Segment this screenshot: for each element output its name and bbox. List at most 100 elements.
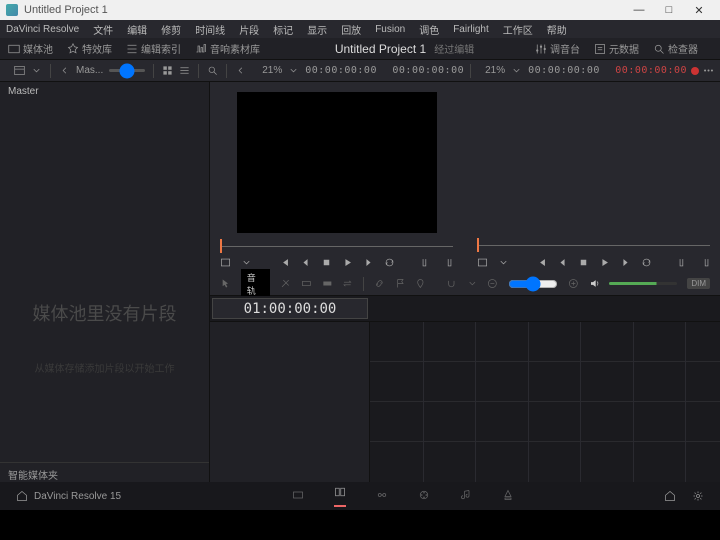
snap-icon[interactable] [446,278,457,289]
overwrite-icon[interactable] [322,278,333,289]
play-icon[interactable] [599,257,610,268]
menu-item[interactable]: Fairlight [453,24,489,35]
project-manager-icon[interactable] [664,490,676,502]
loop-icon[interactable] [641,257,652,268]
track-area[interactable] [370,322,720,482]
list-view-icon[interactable] [179,65,190,76]
menu-item[interactable]: 工作区 [503,22,533,37]
first-frame-icon[interactable] [536,257,547,268]
menu-item[interactable]: 调色 [419,22,439,37]
zoom-level[interactable]: 21% [485,65,505,76]
source-scrubber[interactable] [220,239,453,253]
thumb-size-slider[interactable] [109,69,145,72]
mixer-button[interactable]: 调音台 [535,41,580,56]
inspector-button[interactable]: 检查器 [653,41,698,56]
color-page-icon[interactable] [418,489,430,504]
mark-out-icon[interactable] [699,257,710,268]
menu-item[interactable]: 帮助 [547,22,567,37]
mark-in-icon[interactable] [678,257,689,268]
chevron-down-icon[interactable] [498,257,509,268]
minimize-button[interactable]: — [624,4,654,16]
timeline-body [210,322,720,482]
menu-item[interactable]: 回放 [341,22,361,37]
smart-bins[interactable]: 智能媒体夹 [0,462,209,482]
bin-name[interactable]: Mas... [76,65,103,76]
settings-icon[interactable] [692,490,704,502]
metadata-button[interactable]: 元数据 [594,41,639,56]
timecode: 00:00:00:00 [305,65,377,76]
next-frame-icon[interactable] [363,257,374,268]
fairlight-page-icon[interactable] [460,489,472,504]
deliver-page-icon[interactable] [502,489,514,504]
edit-index-button[interactable]: 编辑索引 [126,41,181,56]
blade-tool-icon[interactable] [280,278,291,289]
empty-subhint: 从媒体存储添加片段以开始工作 [0,360,209,375]
fusion-page-icon[interactable] [376,489,388,504]
window-titlebar: Untitled Project 1 — □ ✕ [0,0,720,20]
menu-item[interactable]: 文件 [93,22,113,37]
track-headers[interactable] [210,322,370,482]
volume-icon[interactable] [589,278,600,289]
prev-frame-icon[interactable] [300,257,311,268]
home-icon[interactable] [16,490,28,502]
menu-item[interactable]: 片段 [239,22,259,37]
panel-icon[interactable] [14,65,25,76]
menu-item[interactable]: Fusion [375,24,405,35]
menu-item[interactable]: 时间线 [195,22,225,37]
chevron-down-icon[interactable] [241,257,252,268]
flag-icon[interactable] [395,278,406,289]
menu-item[interactable]: 标记 [273,22,293,37]
chevron-down-icon[interactable] [31,65,42,76]
stop-icon[interactable] [578,257,589,268]
menu-item[interactable]: 编辑 [127,22,147,37]
zoom-out-icon[interactable] [487,278,498,289]
dim-button[interactable]: DIM [687,278,710,289]
zoom-in-icon[interactable] [568,278,579,289]
timecode: 00:00:00:00 [528,65,600,76]
chevron-down-icon[interactable] [511,65,522,76]
sidebar-header[interactable]: Master [0,82,209,100]
link-icon[interactable] [374,278,385,289]
loop-icon[interactable] [384,257,395,268]
media-page-icon[interactable] [292,489,304,504]
menu-item[interactable]: 修剪 [161,22,181,37]
selection-tool-icon[interactable] [220,278,231,289]
playhead-timecode[interactable]: 01:00:00:00 [212,298,368,319]
replace-icon[interactable] [342,278,353,289]
zoom-level[interactable]: 21% [262,65,282,76]
stop-icon[interactable] [321,257,332,268]
timeline-scrubber[interactable] [477,238,710,252]
zoom-slider[interactable] [508,276,558,292]
insert-icon[interactable] [301,278,312,289]
marker-icon[interactable] [415,278,426,289]
volume-slider[interactable] [609,282,677,285]
prev-frame-icon[interactable] [557,257,568,268]
timeline-screen[interactable] [467,82,720,232]
match-frame-icon[interactable] [220,257,231,268]
first-frame-icon[interactable] [279,257,290,268]
mark-in-icon[interactable] [421,257,432,268]
grid-view-icon[interactable] [162,65,173,76]
maximize-button[interactable]: □ [654,4,684,16]
workspace-toolbar: 媒体池 特效库 编辑索引 音响素材库 Untitled Project 1 经过… [0,38,720,60]
next-frame-icon[interactable] [620,257,631,268]
options-icon[interactable] [703,65,714,76]
source-screen[interactable] [237,92,437,233]
close-button[interactable]: ✕ [684,4,714,17]
play-icon[interactable] [342,257,353,268]
search-icon[interactable] [207,65,218,76]
match-frame-icon[interactable] [477,257,488,268]
prev-icon[interactable] [59,65,70,76]
sound-library-button[interactable]: 音响素材库 [195,41,260,56]
media-pool-button[interactable]: 媒体池 [8,41,53,56]
timeline-ruler[interactable] [370,296,720,321]
chevron-left-icon[interactable] [235,65,246,76]
media-pool-body[interactable]: 媒体池里没有片段 从媒体存储添加片段以开始工作 [0,100,209,462]
effects-button[interactable]: 特效库 [67,41,112,56]
menu-item[interactable]: 显示 [307,22,327,37]
edit-page-icon[interactable] [334,486,346,507]
menu-item[interactable]: DaVinci Resolve [6,24,79,35]
chevron-down-icon[interactable] [467,278,478,289]
chevron-down-icon[interactable] [288,65,299,76]
mark-out-icon[interactable] [442,257,453,268]
